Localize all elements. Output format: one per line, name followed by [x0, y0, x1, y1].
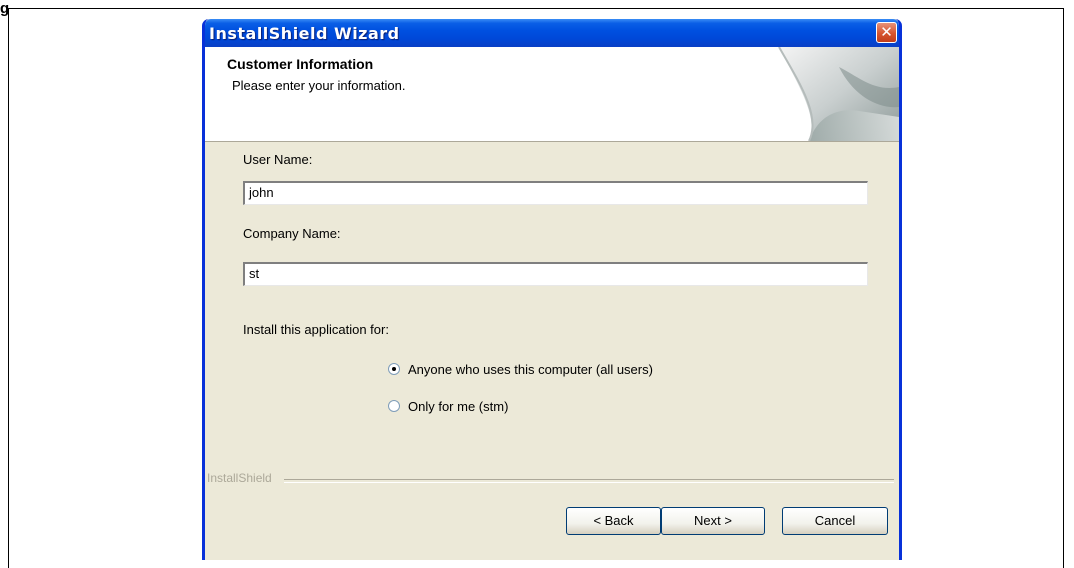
install-for-label: Install this application for:	[243, 322, 389, 337]
header-title: Customer Information	[227, 56, 374, 72]
user-name-input[interactable]: john	[243, 181, 868, 205]
close-icon: ✕	[880, 23, 893, 41]
installshield-brand-label: InstallShield	[207, 471, 272, 485]
cancel-button[interactable]: Cancel	[782, 507, 888, 535]
close-button[interactable]: ✕	[876, 22, 897, 43]
radio-only-me[interactable]: Only for me (stm)	[388, 397, 508, 415]
radio-button-unselected[interactable]	[388, 400, 400, 412]
radio-all-users[interactable]: Anyone who uses this computer (all users…	[388, 360, 653, 378]
back-button[interactable]: < Back	[566, 507, 661, 535]
next-button[interactable]: Next >	[661, 507, 765, 535]
radio-all-users-label: Anyone who uses this computer (all users…	[408, 361, 653, 377]
radio-button-selected[interactable]	[388, 363, 400, 375]
header-subtitle: Please enter your information.	[232, 78, 406, 93]
page-curl-icon	[778, 47, 899, 141]
company-name-label: Company Name:	[243, 226, 341, 241]
dialog-header: Customer Information Please enter your i…	[205, 47, 899, 142]
installshield-wizard-window: InstallShield Wizard ✕ Customer Informat…	[202, 19, 902, 560]
window-title: InstallShield Wizard	[209, 24, 400, 43]
radio-only-me-label: Only for me (stm)	[408, 398, 509, 414]
footer-divider	[284, 479, 894, 483]
company-name-input[interactable]: st	[243, 262, 868, 286]
title-bar[interactable]: InstallShield Wizard ✕	[205, 19, 899, 47]
user-name-label: User Name:	[243, 152, 313, 167]
